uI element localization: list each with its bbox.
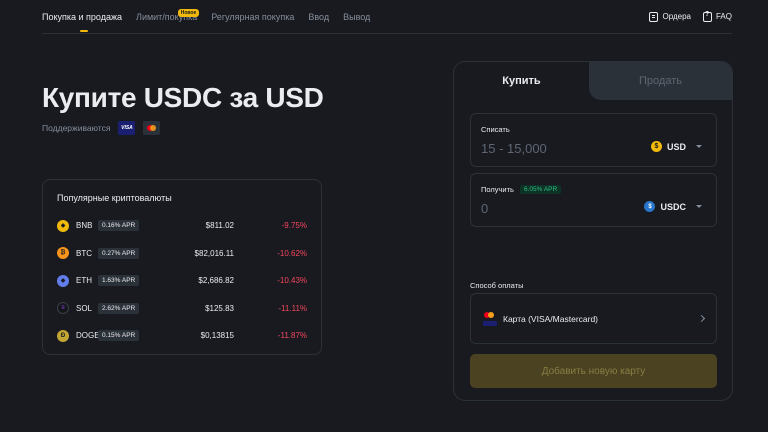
card-icon	[483, 311, 497, 326]
nav-tabs: Покупка и продажа Лимит/покупка Новое Ре…	[42, 0, 370, 33]
tab-sell[interactable]: Продать	[589, 62, 732, 100]
doge-icon: Ð	[57, 329, 69, 342]
receive-field: Получить 6.05% APR $ USDC	[470, 173, 717, 227]
coin-row[interactable]: Ð DOGE 0.15% APR $0,13815 -11.87%	[57, 322, 307, 350]
orders-icon	[649, 11, 659, 22]
coin-row[interactable]: ◆ BNB 0.16% APR $811.02 -9.75%	[57, 212, 307, 240]
tab-deposit[interactable]: Ввод	[308, 0, 329, 33]
tab-label: Покупка и продажа	[42, 11, 123, 22]
coin-symbol: BTC	[76, 248, 92, 258]
coin-symbol: BNB	[76, 221, 93, 231]
coin-change: -11.87%	[277, 331, 307, 341]
tab-label: Вывод	[343, 11, 371, 22]
tab-buy-sell[interactable]: Покупка и продажа	[42, 0, 122, 33]
coin-price: $2,686.82	[198, 276, 234, 286]
apr-badge: 1.63% APR	[98, 275, 140, 287]
tab-buy[interactable]: Купить	[454, 62, 589, 100]
usd-icon: $	[650, 141, 662, 152]
spend-label: Списать	[481, 125, 706, 134]
usdc-icon: $	[644, 201, 656, 212]
apr-badge: 0.16% APR	[98, 220, 140, 232]
trade-widget: Купить Продать Списать $ USD Получить 6.…	[453, 61, 733, 401]
payment-method-text: Карта (VISA/Mastercard)	[503, 313, 599, 324]
tab-label: Ввод	[308, 11, 330, 22]
receive-label-text: Получить	[481, 185, 514, 194]
coin-list: ◆ BNB 0.16% APR $811.02 -9.75% ₿ BTC 0.27% APR $…	[57, 212, 307, 350]
spend-input[interactable]	[481, 141, 631, 156]
coin-price: $811.02	[205, 221, 234, 231]
coin-symbol: SOL	[76, 303, 93, 313]
coin-change: -10.43%	[277, 276, 307, 286]
orders-label: Ордера	[662, 12, 691, 21]
spend-field: Списать $ USD	[470, 113, 717, 167]
faq-link[interactable]: FAQ	[702, 11, 732, 22]
popular-title: Популярные криптовалюты	[57, 193, 172, 203]
page-title: Купите USDC за USD	[42, 82, 324, 113]
mastercard-icon	[143, 121, 161, 135]
tab-label: Регулярная покупка	[211, 11, 295, 22]
supported-cards: Поддерживаются VISA	[42, 121, 161, 135]
coin-row[interactable]: ≡ SOL 2.62% APR $125.83 -11.11%	[57, 295, 307, 323]
apr-badge: 2.62% APR	[98, 302, 140, 314]
spend-currency: USD	[666, 141, 686, 152]
add-card-button[interactable]: Добавить новую карту	[470, 354, 717, 388]
faq-label: FAQ	[715, 12, 732, 21]
receive-currency-select[interactable]: $ USDC	[644, 201, 702, 212]
bnb-icon: ◆	[57, 219, 69, 232]
trade-tabs: Купить Продать	[454, 62, 732, 100]
payment-method-selector[interactable]: Карта (VISA/Mastercard)	[470, 293, 717, 344]
receive-apr-badge: 6.05% APR	[519, 185, 562, 194]
tab-withdraw[interactable]: Вывод	[343, 0, 370, 33]
coin-change: -11.11%	[278, 303, 307, 313]
coin-price: $0,13815	[200, 331, 234, 341]
tab-limit-buy[interactable]: Лимит/покупка Новое	[136, 0, 200, 33]
coin-symbol: DOGE	[76, 331, 100, 341]
coin-row[interactable]: ◆ ETH 1.63% APR $2,686.82 -10.43%	[57, 267, 307, 295]
apr-badge: 0.27% APR	[98, 247, 140, 259]
receive-input[interactable]	[481, 201, 631, 216]
page: Покупка и продажа Лимит/покупка Новое Ре…	[0, 0, 768, 432]
coin-row[interactable]: ₿ BTC 0.27% APR $82,016.11 -10.62%	[57, 240, 307, 268]
receive-currency: USDC	[660, 201, 686, 212]
apr-badge: 0.15% APR	[98, 330, 140, 342]
chevron-down-icon	[696, 205, 702, 208]
spend-label-text: Списать	[481, 125, 510, 134]
receive-label: Получить 6.05% APR	[481, 185, 706, 194]
nav-right: Ордера FAQ	[649, 11, 732, 22]
tab-recurring-buy[interactable]: Регулярная покупка	[211, 0, 294, 33]
coin-price: $125.83	[205, 303, 234, 313]
coin-change: -10.62%	[277, 248, 307, 258]
sol-icon: ≡	[57, 302, 69, 315]
coin-change: -9.75%	[281, 221, 307, 231]
faq-icon	[702, 11, 712, 22]
top-nav: Покупка и продажа Лимит/покупка Новое Ре…	[42, 0, 732, 34]
visa-icon: VISA	[118, 121, 136, 135]
chevron-down-icon	[696, 145, 702, 148]
coin-symbol: ETH	[76, 276, 92, 286]
coin-price: $82,016.11	[194, 248, 234, 258]
orders-link[interactable]: Ордера	[649, 11, 691, 22]
eth-icon: ◆	[57, 274, 69, 287]
popular-cryptos-panel: Популярные криптовалюты ◆ BNB 0.16% APR $81…	[42, 179, 322, 355]
btc-icon: ₿	[57, 247, 69, 260]
new-badge: Новое	[177, 9, 200, 17]
spend-currency-select[interactable]: $ USD	[650, 141, 702, 152]
payment-method-label: Способ оплаты	[470, 281, 524, 290]
chevron-right-icon	[697, 314, 706, 323]
supported-label: Поддерживаются	[42, 123, 111, 133]
